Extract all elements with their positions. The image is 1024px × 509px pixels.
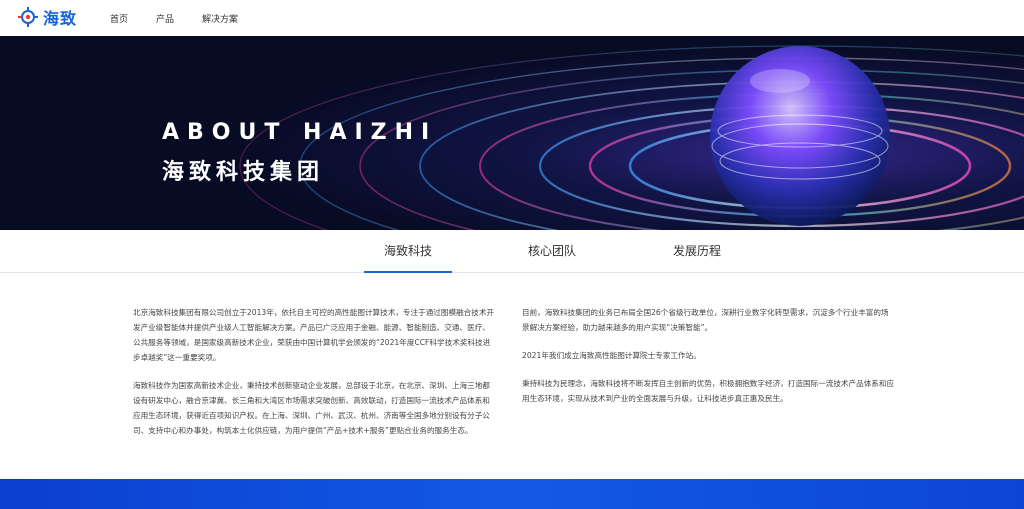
- tab-history[interactable]: 发展历程: [653, 230, 741, 272]
- footer-band: [0, 479, 1024, 509]
- top-header: 海致 首页 产品 解决方案: [0, 0, 1024, 36]
- nav-item-home[interactable]: 首页: [110, 12, 128, 25]
- tab-core-team[interactable]: 核心团队: [508, 230, 596, 272]
- logo-text: 海致: [43, 9, 78, 28]
- hero-title-en: ABOUT HAIZHI: [162, 120, 438, 145]
- main-nav: 首页 产品 解决方案: [110, 0, 266, 36]
- intro-paragraph: 2021年我们成立海致高性能图计算院士专家工作站。: [522, 351, 701, 360]
- intro-left-column: 北京海致科技集团有限公司创立于2013年，依托自主可控的高性能图计算技术，专注于…: [133, 305, 496, 451]
- logo[interactable]: 海致: [17, 6, 77, 28]
- intro-paragraph: 北京海致科技集团有限公司创立于2013年，依托自主可控的高性能图计算技术，专注于…: [133, 308, 495, 362]
- intro-paragraph: 目前，海致科技集团的业务已布局全国26个省级行政单位，深耕行业数字化转型需求，沉…: [522, 308, 889, 332]
- logo-icon: [18, 7, 38, 27]
- hero-banner: ABOUT HAIZHI 海致科技集团: [0, 36, 1024, 230]
- section-tabs: 海致科技 核心团队 发展历程: [0, 230, 1024, 273]
- tab-haizhi-tech[interactable]: 海致科技: [364, 230, 452, 273]
- intro-paragraph: 秉持科技为民理念，海致科技将不断发挥自主创新的优势，积极拥抱数字经济，打造国际一…: [522, 379, 895, 403]
- hero-title-cn: 海致科技集团: [162, 160, 325, 185]
- nav-item-solutions[interactable]: 解决方案: [202, 12, 238, 25]
- intro-right-column: 目前，海致科技集团的业务已布局全国26个省级行政单位，深耕行业数字化转型需求，沉…: [522, 305, 895, 419]
- intro-paragraph: 海致科技作为国家高新技术企业，秉持技术创新驱动企业发展，总部设于北京，在北京、深…: [133, 381, 490, 435]
- nav-item-products[interactable]: 产品: [156, 12, 174, 25]
- hero-background-image: [0, 36, 1024, 230]
